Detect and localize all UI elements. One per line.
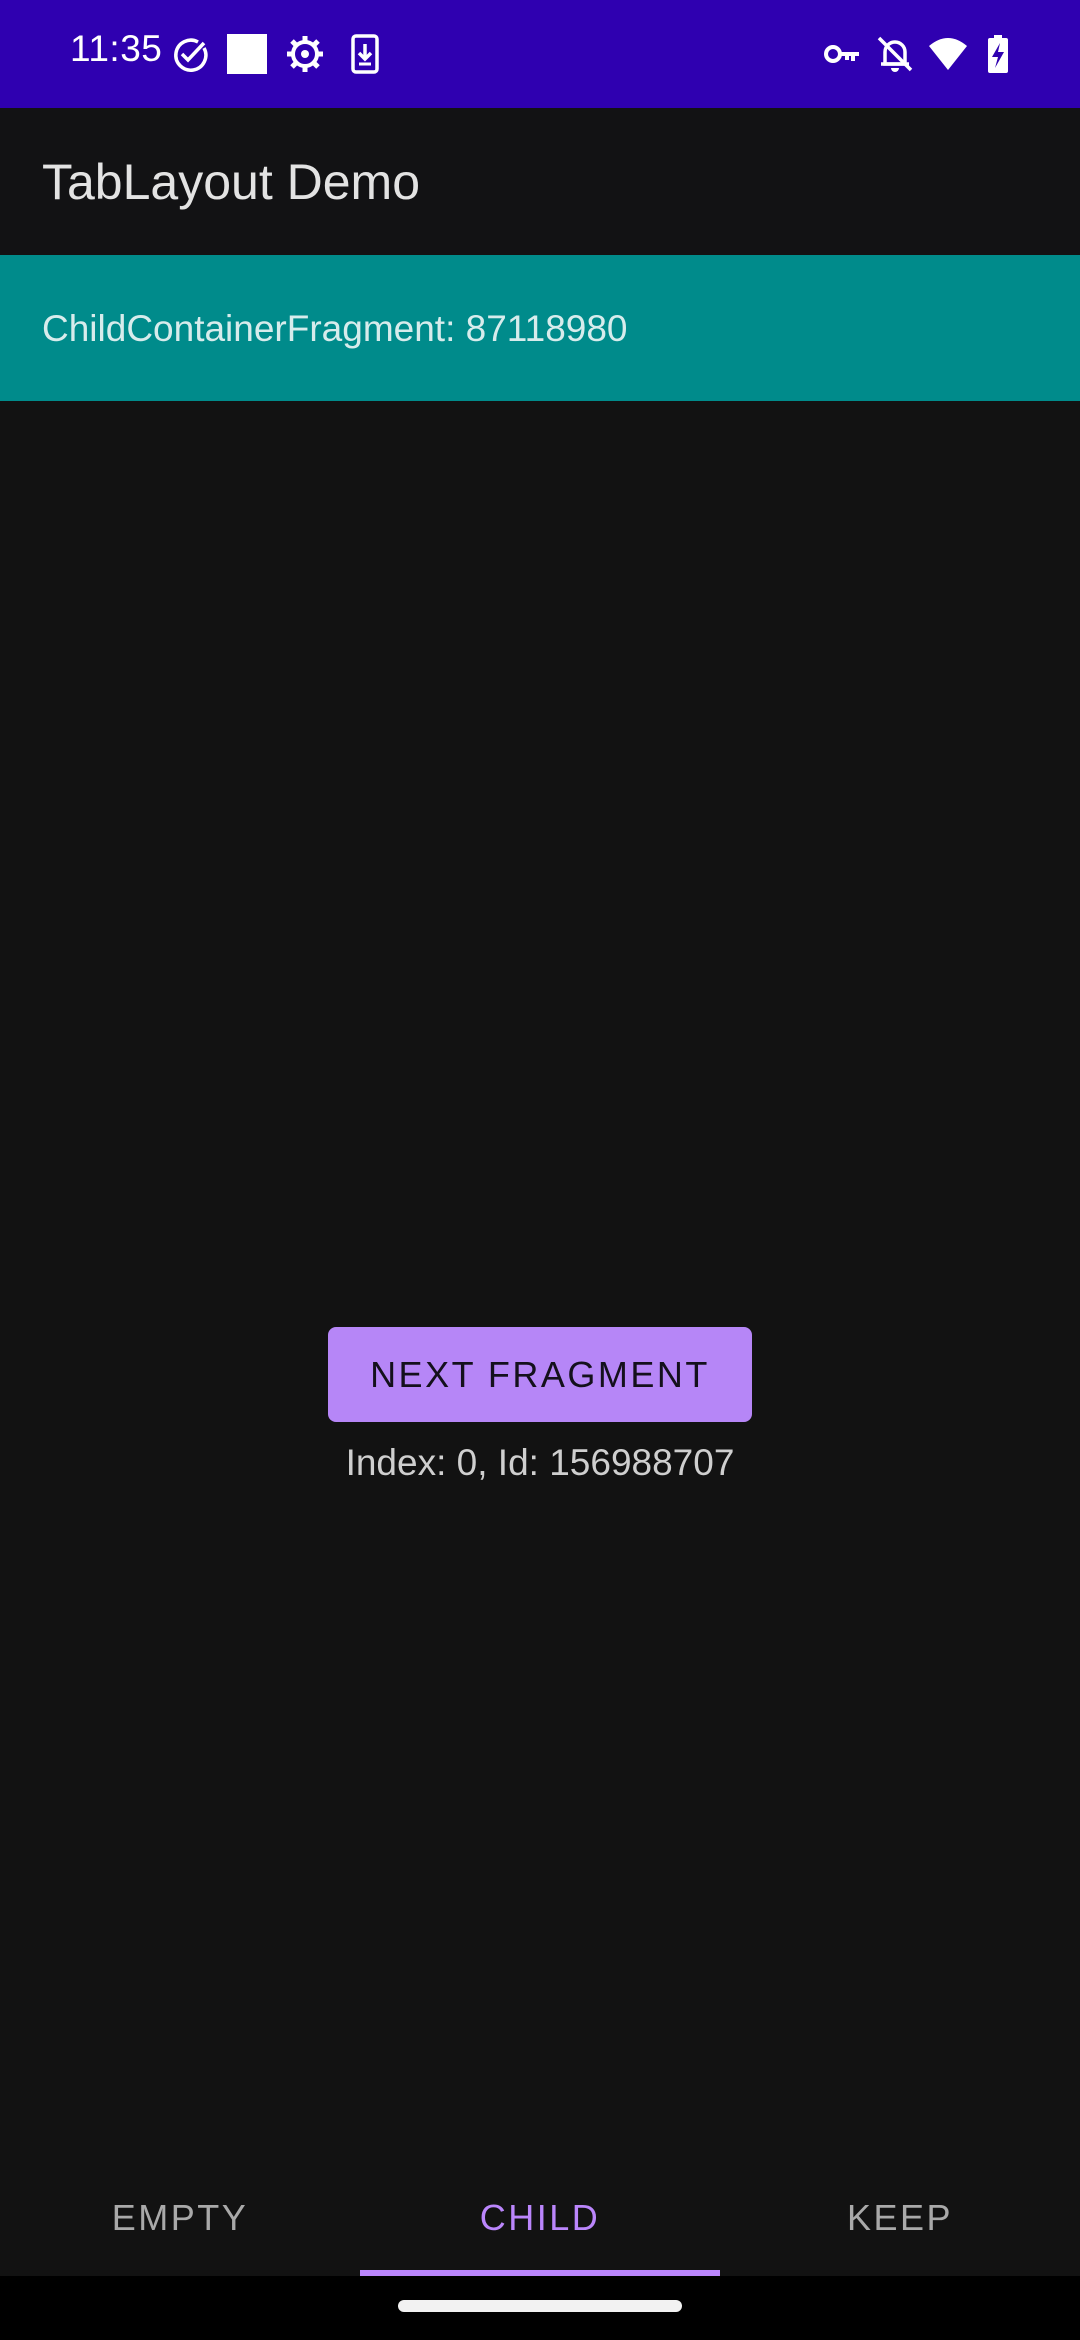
app-title: TabLayout Demo <box>42 154 421 210</box>
next-fragment-button[interactable]: NEXT FRAGMENT <box>328 1327 752 1422</box>
status-bar: 11:35 <box>0 0 1080 108</box>
tab-bar: EMPTY CHILD KEEP <box>0 2160 1080 2275</box>
fragment-content <box>0 401 1080 2161</box>
fragment-index-text: Index: 0, Id: 156988707 <box>345 1442 735 1483</box>
tab-keep[interactable]: KEEP <box>720 2160 1080 2275</box>
wifi-icon <box>929 38 967 70</box>
key-icon <box>824 45 859 63</box>
tab-empty[interactable]: EMPTY <box>0 2160 360 2275</box>
battery-charging-icon <box>988 35 1008 73</box>
gear-icon <box>287 36 323 72</box>
tab-child[interactable]: CHILD <box>360 2160 720 2275</box>
banner-text: ChildContainerFragment: 87118980 <box>42 308 628 349</box>
white-square-icon <box>227 34 267 74</box>
check-circle-icon <box>174 38 208 72</box>
download-icon <box>351 34 379 74</box>
status-time: 11:35 <box>70 28 163 69</box>
bell-off-icon <box>877 36 913 72</box>
home-gesture-handle[interactable] <box>398 2300 682 2312</box>
